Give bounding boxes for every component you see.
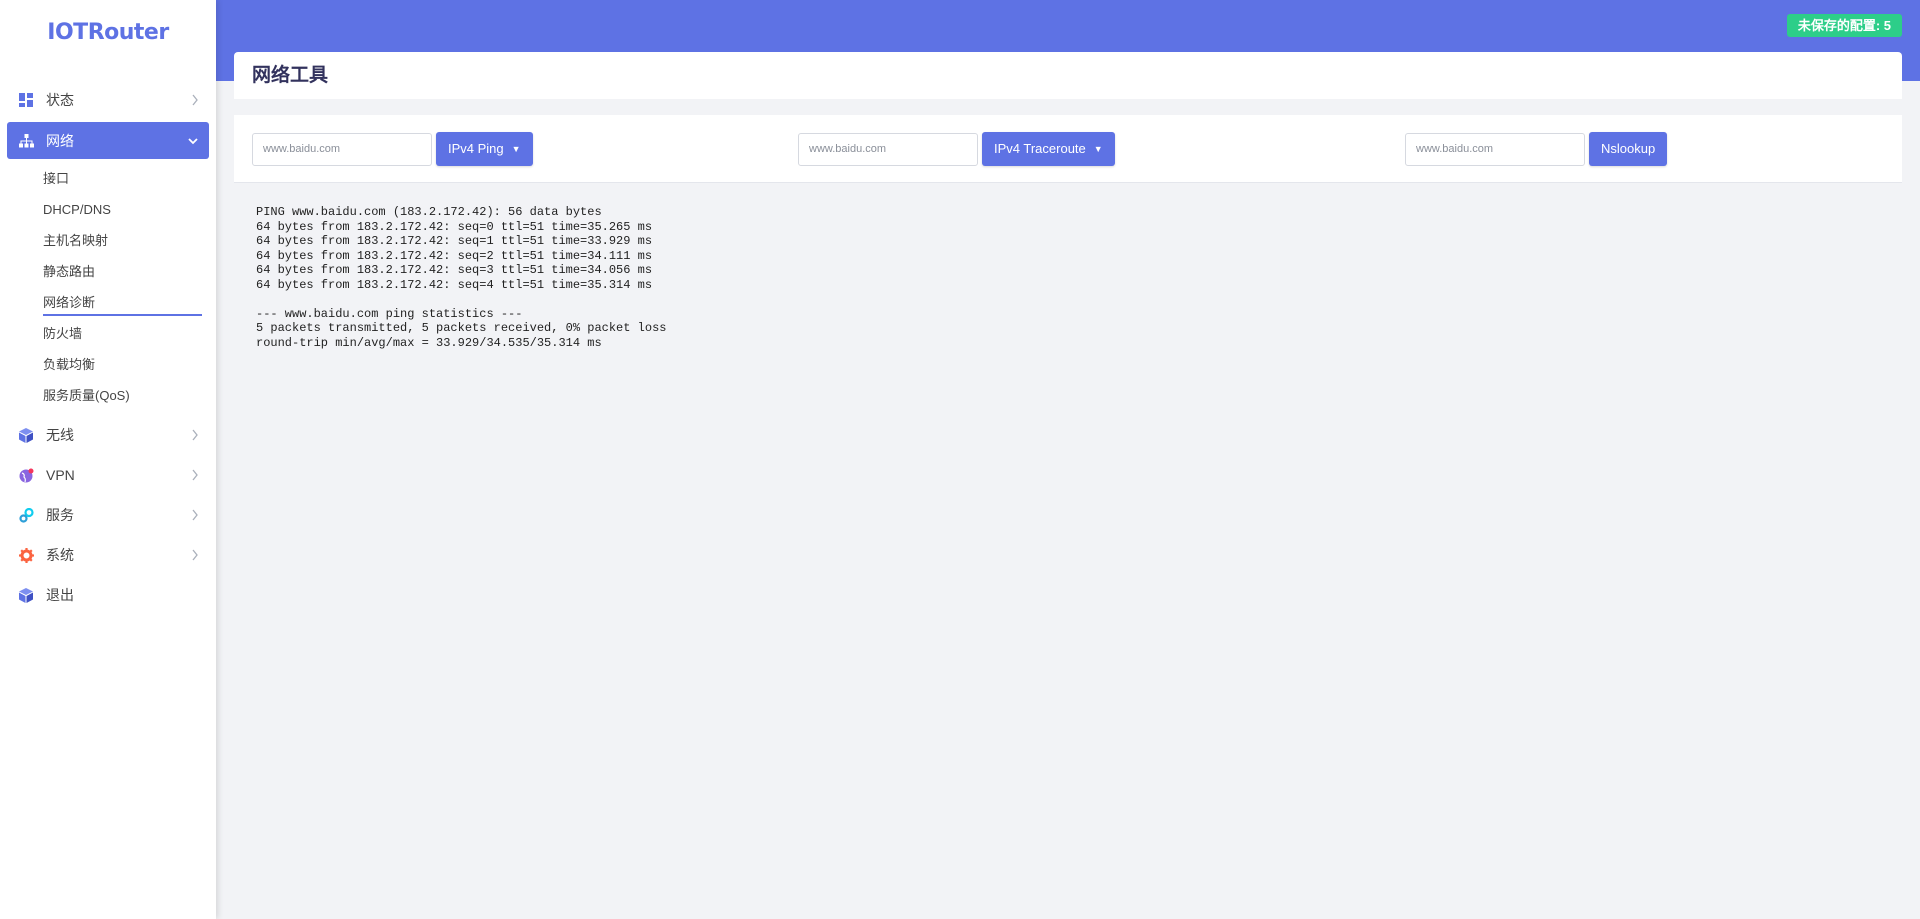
submenu-item-dhcp-dns[interactable]: DHCP/DNS — [0, 194, 216, 225]
sidebar-item-label: 无线 — [46, 427, 74, 443]
submenu-item-qos[interactable]: 服务质量(QoS) — [0, 380, 216, 411]
sidebar-item-status[interactable]: 状态 — [7, 82, 209, 118]
chevron-right-icon — [191, 428, 199, 444]
chevron-down-icon — [187, 133, 199, 149]
sidebar-item-logout[interactable]: 退出 — [7, 577, 209, 613]
submenu-item-firewall[interactable]: 防火墙 — [0, 318, 216, 349]
ping-tool: IPv4 Ping ▼ — [252, 132, 533, 166]
app-logo[interactable]: IOTRouter — [0, 20, 216, 45]
sidebar-menu: 状态 网络 接口 DHCP/DNS 主机名映射 静态路由 网络诊断 防火墙 负载… — [0, 82, 216, 617]
logout-cube-icon — [18, 587, 34, 603]
sidebar-item-label: 系统 — [46, 547, 74, 563]
chevron-right-icon — [191, 508, 199, 524]
sidebar-item-label: 状态 — [46, 92, 74, 108]
caret-down-icon: ▼ — [511, 144, 521, 154]
sidebar-item-services[interactable]: 服务 — [7, 497, 209, 533]
sidebar-item-label: 退出 — [46, 587, 74, 603]
nslookup-button[interactable]: Nslookup — [1589, 132, 1668, 166]
unsaved-changes-badge[interactable]: 未保存的配置: 5 — [1786, 14, 1902, 37]
ping-button-label: IPv4 Ping — [448, 141, 504, 156]
submenu-item-hostnames[interactable]: 主机名映射 — [0, 225, 216, 256]
nslookup-tool: Nslookup — [1405, 132, 1668, 166]
ipv4-ping-button[interactable]: IPv4 Ping ▼ — [436, 132, 533, 166]
network-tools-card: IPv4 Ping ▼ IPv4 Traceroute ▼ Nslookup — [234, 115, 1902, 183]
gear-icon — [18, 547, 34, 563]
chevron-right-icon — [191, 548, 199, 564]
network-icon — [18, 133, 34, 149]
sidebar-item-wireless[interactable]: 无线 — [7, 417, 209, 453]
sidebar-item-label: VPN — [46, 467, 75, 483]
traceroute-tool: IPv4 Traceroute ▼ — [798, 132, 1115, 166]
sidebar-item-system[interactable]: 系统 — [7, 537, 209, 573]
traceroute-button-label: IPv4 Traceroute — [994, 141, 1086, 156]
page-header-card: 网络工具 — [234, 52, 1902, 99]
submenu-item-diagnostics[interactable]: 网络诊断 — [0, 287, 216, 318]
gears-icon — [18, 507, 34, 523]
cube-icon — [18, 427, 34, 443]
sidebar-item-network[interactable]: 网络 — [7, 122, 209, 159]
submenu-item-interfaces[interactable]: 接口 — [0, 163, 216, 194]
traceroute-host-input[interactable] — [798, 132, 978, 166]
chevron-right-icon — [191, 468, 199, 484]
ping-host-input[interactable] — [252, 132, 432, 166]
submenu-item-load-balancing[interactable]: 负载均衡 — [0, 349, 216, 380]
sidebar-item-label: 网络 — [46, 132, 74, 149]
ipv4-traceroute-button[interactable]: IPv4 Traceroute ▼ — [982, 132, 1115, 166]
dashboard-icon — [18, 92, 34, 108]
sidebar-item-vpn[interactable]: VPN — [7, 457, 209, 493]
network-submenu: 接口 DHCP/DNS 主机名映射 静态路由 网络诊断 防火墙 负载均衡 服务质… — [0, 163, 216, 411]
sidebar-item-label: 服务 — [46, 507, 74, 523]
page-title: 网络工具 — [252, 65, 329, 86]
chevron-right-icon — [191, 93, 199, 109]
diagnostic-output: PING www.baidu.com (183.2.172.42): 56 da… — [256, 205, 667, 350]
nslookup-host-input[interactable] — [1405, 132, 1585, 166]
sidebar: IOTRouter 状态 网络 接口 DHCP/DNS 主机名映射 静态路由 网… — [0, 0, 216, 919]
submenu-item-static-routes[interactable]: 静态路由 — [0, 256, 216, 287]
caret-down-icon: ▼ — [1093, 144, 1103, 154]
globe-icon — [18, 467, 34, 483]
